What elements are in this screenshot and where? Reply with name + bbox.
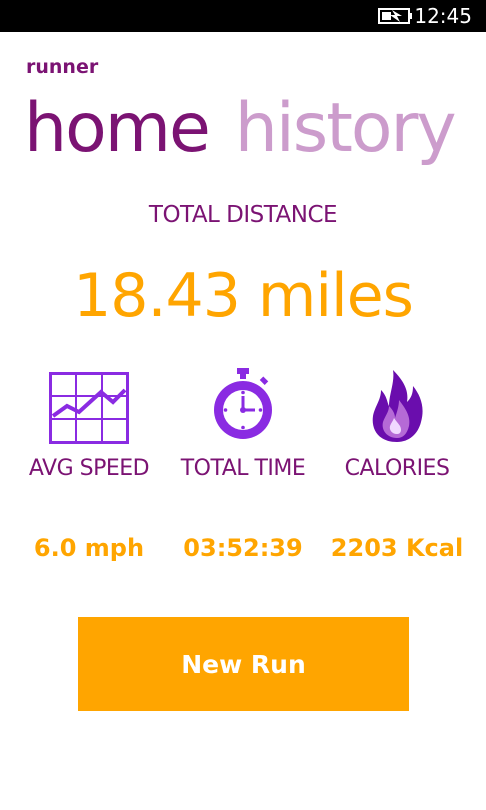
clock: 12:45 <box>414 4 472 28</box>
total-distance-value: 18.43 miles <box>73 261 414 331</box>
pivot-header: home history more <box>24 84 486 174</box>
fire-icon <box>372 370 423 442</box>
stopwatch-icon <box>214 368 272 439</box>
stat-total-time: TOTAL TIME 03:52:39 <box>162 366 324 562</box>
calories-value: 2203 Kcal <box>330 534 464 562</box>
tab-more[interactable]: more <box>481 89 486 168</box>
line-chart-icon <box>49 372 129 444</box>
tab-history[interactable]: history <box>235 89 457 168</box>
tab-home[interactable]: home <box>24 89 211 168</box>
app-title: runner <box>26 56 99 78</box>
battery-charging-icon <box>378 8 412 24</box>
new-run-button[interactable]: New Run <box>78 617 409 711</box>
stat-calories: CALORIES 2203 Kcal <box>316 366 478 562</box>
stat-avg-speed: AVG SPEED 6.0 mph <box>8 366 170 562</box>
status-bar: 12:45 <box>0 0 486 32</box>
calories-label: CALORIES <box>344 456 450 481</box>
total-distance-label: TOTAL DISTANCE <box>148 202 338 228</box>
stats-row: AVG SPEED 6.0 mph TOTAL TIME 03:52:39 CA… <box>0 366 486 596</box>
